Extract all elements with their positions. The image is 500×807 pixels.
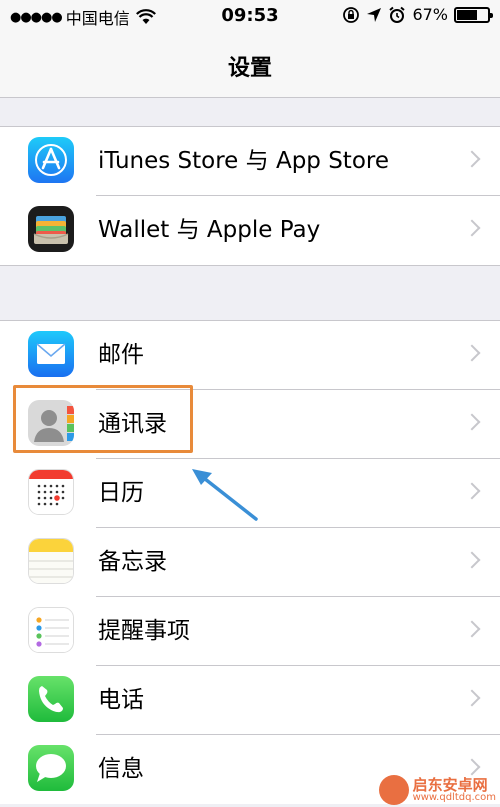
battery-percent: 67% [412, 5, 448, 24]
location-icon [367, 7, 382, 22]
battery-icon [454, 6, 493, 23]
rotation-lock-icon [343, 6, 360, 23]
chevron-right-icon [463, 344, 481, 362]
navigation-bar: 设置 [0, 32, 500, 98]
chevron-right-icon [463, 150, 481, 168]
settings-row-label: Wallet 与 Apple Pay [98, 217, 321, 243]
status-bar: ●●●●● 中国电信 09:53 67% [0, 0, 500, 32]
reminders-icon [28, 607, 74, 653]
chevron-right-icon [463, 551, 481, 569]
settings-row-phone[interactable]: 电话 [0, 666, 500, 735]
settings-row-label: 电话 [98, 687, 144, 713]
watermark-text: 启东安卓网 www.qdltdq.com [412, 775, 496, 803]
chevron-right-icon [463, 413, 481, 431]
page-title: 设置 [227, 56, 272, 81]
settings-row-label: iTunes Store 与 App Store [98, 148, 389, 174]
settings-row-wallet[interactable]: Wallet 与 Apple Pay [0, 196, 500, 265]
alarm-icon [389, 6, 406, 23]
settings-row-label: 备忘录 [98, 549, 167, 575]
settings-row-mail[interactable]: 邮件 [0, 321, 500, 390]
phone-icon [28, 676, 74, 722]
watermark-url: www.qdltdq.com [412, 791, 496, 803]
chevron-right-icon [463, 219, 481, 237]
chevron-right-icon [463, 620, 481, 638]
arrow-annotation-icon [192, 469, 258, 521]
chevron-right-icon [463, 758, 481, 776]
battery-fill [457, 9, 477, 20]
settings-row-label: 信息 [98, 756, 144, 782]
status-right: 67% [342, 5, 493, 24]
notes-icon [28, 538, 74, 584]
chevron-right-icon [463, 482, 481, 500]
watermark: 启东安卓网 www.qdltdq.com [378, 775, 496, 805]
settings-row-app-store[interactable]: iTunes Store 与 App Store [0, 127, 500, 196]
settings-row-reminders[interactable]: 提醒事项 [0, 597, 500, 666]
messages-icon [28, 745, 74, 791]
watermark-title: 启东安卓网 [412, 775, 488, 794]
chevron-right-icon [463, 689, 481, 707]
settings-row-notes[interactable]: 备忘录 [0, 528, 500, 597]
app-store-icon [28, 137, 74, 183]
settings-group-store: iTunes Store 与 App Store Wallet 与 Apple … [0, 126, 500, 266]
calendar-icon [28, 469, 74, 515]
settings-row-label: 邮件 [98, 342, 144, 368]
settings-row-label: 日历 [98, 480, 144, 506]
settings-row-label: 提醒事项 [98, 618, 190, 644]
mail-icon [28, 331, 74, 377]
highlight-box [13, 385, 193, 453]
wallet-icon [28, 206, 74, 252]
watermark-logo-icon [378, 775, 409, 805]
